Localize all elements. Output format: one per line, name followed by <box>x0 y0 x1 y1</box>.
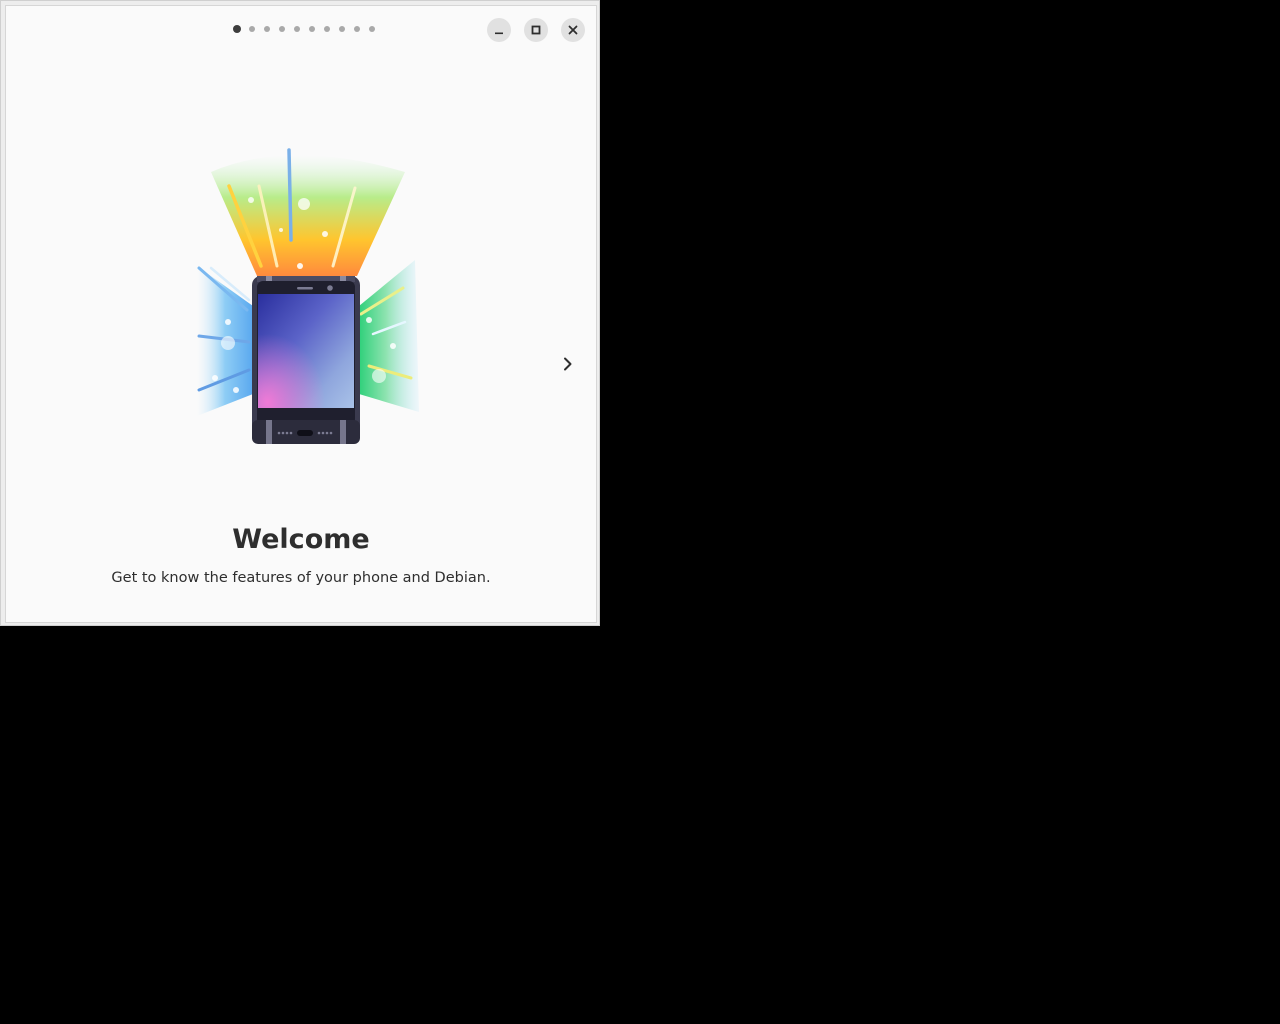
page-description: Get to know the features of your phone a… <box>111 570 491 586</box>
close-icon <box>568 25 578 35</box>
tour-window: Welcome Get to know the features of your… <box>0 0 600 626</box>
minimize-icon <box>495 32 503 35</box>
page-dot-4[interactable] <box>279 26 285 32</box>
page-dot-2[interactable] <box>249 26 255 32</box>
next-page-button[interactable] <box>554 350 582 378</box>
minimize-button[interactable] <box>487 18 511 42</box>
page-dot-7[interactable] <box>324 26 330 32</box>
phone-illustration <box>197 148 419 444</box>
page-dot-5[interactable] <box>294 26 300 32</box>
phone-icon <box>252 276 360 444</box>
maximize-icon <box>531 25 541 35</box>
page-dot-9[interactable] <box>354 26 360 32</box>
page-dot-10[interactable] <box>369 26 375 32</box>
maximize-button[interactable] <box>524 18 548 42</box>
chevron-right-icon <box>564 357 572 371</box>
tour-window-content: Welcome Get to know the features of your… <box>5 5 597 623</box>
page-title: Welcome <box>232 524 370 555</box>
page-dot-6[interactable] <box>309 26 315 32</box>
page-dot-3[interactable] <box>264 26 270 32</box>
page-dot-1[interactable] <box>233 25 241 33</box>
close-button[interactable] <box>561 18 585 42</box>
page-dot-8[interactable] <box>339 26 345 32</box>
